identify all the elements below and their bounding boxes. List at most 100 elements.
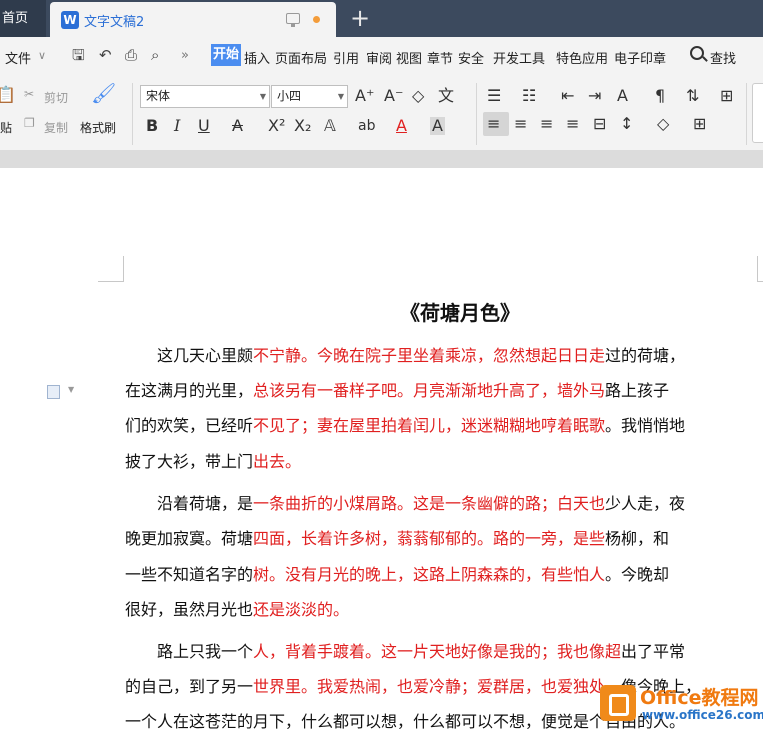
document-line[interactable]: 一些不知道名字的树。没有月光的晚上，这路上阴森森的，有些怕人。今晚却 — [125, 565, 669, 585]
sort-icon[interactable]: ⇅ — [686, 87, 699, 105]
tab-document-title: 文字文稿2 — [84, 15, 145, 30]
subscript-icon[interactable]: X₂ — [294, 117, 311, 135]
document-line[interactable]: 这几天心里颇不宁静。今晚在院子里坐着乘凉，忽然想起日日走过的荷塘， — [125, 346, 685, 366]
menu-e-seal[interactable]: 电子印章 — [614, 48, 666, 67]
justify-icon[interactable]: ≡ — [566, 115, 579, 133]
undo-icon[interactable]: ↶ — [99, 47, 112, 64]
font-name-value: 宋体 — [146, 89, 171, 103]
cut-button[interactable]: 剪切 — [44, 89, 68, 106]
char-shading-icon[interactable]: A — [430, 117, 445, 135]
shrink-font-icon[interactable]: A⁻ — [384, 87, 403, 105]
menu-insert[interactable]: 插入 — [244, 48, 270, 67]
table-border-icon[interactable]: ⊞ — [720, 87, 733, 105]
document-page: ▼ 《荷塘月色》 这几天心里颇不宁静。今晚在院子里坐着乘凉，忽然想起日日走过的荷… — [0, 168, 763, 731]
show-marks-icon[interactable]: ¶ — [655, 87, 665, 105]
chinese-layout-icon[interactable]: A — [617, 87, 628, 105]
print-icon[interactable]: ⎙ — [125, 47, 137, 64]
menu-file[interactable]: 文件 — [5, 48, 31, 67]
monitor-icon[interactable] — [286, 13, 300, 27]
menu-developer[interactable]: 开发工具 — [493, 48, 545, 67]
menu-start[interactable]: 开始 — [211, 44, 242, 66]
italic-icon[interactable]: I — [174, 117, 180, 135]
document-line[interactable]: 们的欢笑，已经听不见了；妻在屋里拍着闰儿，迷迷糊糊地哼着眠歌。我悄悄地 — [125, 416, 685, 436]
save-icon[interactable]: 🖫 — [72, 47, 85, 64]
text-segment: 在这满月的光里， — [125, 381, 254, 400]
page-gap — [0, 151, 763, 168]
text-segment: 们的欢笑，已经听 — [125, 416, 254, 435]
font-size-select[interactable]: 小四 ▼ — [271, 85, 348, 108]
align-left-icon[interactable]: ≡ — [487, 115, 500, 133]
text-segment: 路上只我一个 — [125, 642, 254, 661]
print-preview-icon[interactable]: ⌕ — [151, 47, 159, 64]
document-title[interactable]: 《荷塘月色》 — [400, 297, 520, 326]
margin-corner-mark — [98, 256, 124, 282]
paste-label[interactable]: 贴 — [0, 119, 12, 136]
scissors-icon[interactable]: ✂ — [24, 87, 34, 101]
menu-chapter[interactable]: 章节 — [427, 48, 453, 67]
bold-icon[interactable]: B — [146, 117, 158, 135]
pinyin-icon[interactable]: 文 — [438, 87, 454, 105]
text-segment: 一些不知道名字的 — [125, 565, 254, 584]
align-right-icon[interactable]: ≡ — [540, 115, 553, 133]
numbered-list-icon[interactable]: ☷ — [522, 87, 536, 105]
align-center-icon[interactable]: ≡ — [514, 115, 527, 133]
shading-icon[interactable]: ◇ — [657, 115, 669, 133]
document-line[interactable]: 在这满月的光里，总该另有一番样子吧。月亮渐渐地升高了，墙外马路上孩子 — [125, 381, 669, 401]
menu-references[interactable]: 引用 — [333, 48, 359, 67]
document-line[interactable]: 披了大衫，带上门出去。 — [125, 452, 301, 472]
watermark: Office教程网 www.office26.com — [598, 683, 763, 731]
menu-bar: 文件 ∨ 🖫 ↶ ⎙ ⌕ » 开始 插入 页面布局 引用 审阅 视图 章节 安全… — [0, 37, 763, 75]
format-painter-icon[interactable]: 🖌 — [91, 83, 116, 103]
decrease-indent-icon[interactable]: ⇤ — [561, 87, 574, 105]
line-spacing-icon[interactable]: ↕ — [620, 115, 633, 133]
text-segment: 。今晚却 — [605, 565, 670, 584]
format-painter-button[interactable]: 格式刷 — [80, 119, 116, 136]
bullet-list-icon[interactable]: ☰ — [487, 87, 501, 105]
grow-font-icon[interactable]: A⁺ — [355, 87, 374, 105]
ribbon-divider — [746, 83, 747, 145]
more-menus-icon[interactable]: » — [181, 48, 189, 63]
menu-view[interactable]: 视图 — [396, 48, 422, 67]
office-logo-icon — [600, 685, 636, 721]
menu-search[interactable]: 查找 — [710, 48, 736, 67]
red-text-segment: 人，背着手踱着。这一片天地好像是我的；我也像超 — [253, 642, 622, 661]
red-text-segment: 出去。 — [253, 452, 302, 471]
borders-icon[interactable]: ⊞ — [693, 115, 706, 133]
document-line[interactable]: 很好，虽然月光也还是淡淡的。 — [125, 600, 349, 620]
search-icon[interactable] — [690, 46, 704, 60]
menu-page-layout[interactable]: 页面布局 — [275, 48, 327, 67]
clear-format-icon[interactable]: ◇ — [412, 87, 424, 105]
unsaved-dot-icon — [313, 16, 320, 23]
document-line[interactable]: 沿着荷塘，是一条曲折的小煤屑路。这是一条幽僻的路；白天也少人走，夜 — [125, 494, 685, 514]
styles-gallery[interactable] — [752, 83, 763, 143]
chevron-down-icon[interactable]: ∨ — [38, 49, 46, 62]
tab-home[interactable]: 首页 — [0, 0, 46, 37]
text-segment: 晚更加寂寞。荷塘 — [125, 529, 254, 548]
highlight-icon[interactable]: ab — [358, 117, 375, 135]
strikethrough-icon[interactable]: A — [232, 117, 243, 135]
distribute-icon[interactable]: ⊟ — [593, 115, 606, 133]
copy-icon[interactable]: ❐ — [24, 116, 35, 130]
text-segment: 少人走，夜 — [605, 494, 686, 513]
superscript-icon[interactable]: X² — [268, 117, 285, 135]
font-color-icon[interactable]: A — [396, 117, 407, 135]
new-tab-button[interactable]: + — [350, 3, 370, 33]
copy-button[interactable]: 复制 — [44, 119, 68, 136]
watermark-name: Office教程网 — [640, 687, 759, 709]
underline-icon[interactable]: U — [198, 117, 210, 135]
paragraph-layout-icon[interactable] — [47, 385, 60, 399]
font-name-select[interactable]: 宋体 ▼ — [140, 85, 270, 108]
menu-review[interactable]: 审阅 — [366, 48, 392, 67]
chevron-down-icon[interactable]: ▼ — [68, 385, 74, 394]
menu-security[interactable]: 安全 — [458, 48, 484, 67]
document-line[interactable]: 晚更加寂寞。荷塘四面，长着许多树，蓊蓊郁郁的。路的一旁，是些杨柳，和 — [125, 529, 669, 549]
text-segment: 沿着荷塘，是 — [125, 494, 254, 513]
menu-special[interactable]: 特色应用 — [556, 48, 608, 67]
document-line[interactable]: 路上只我一个人，背着手踱着。这一片天地好像是我的；我也像超出了平常 — [125, 642, 685, 662]
chevron-down-icon: ▼ — [259, 92, 266, 101]
paste-icon[interactable]: 📋 — [0, 86, 16, 104]
text-effect-icon[interactable]: 𝔸 — [324, 117, 336, 135]
increase-indent-icon[interactable]: ⇥ — [588, 87, 601, 105]
tab-document[interactable]: W 文字文稿2 — [50, 2, 336, 37]
red-text-segment: 世界里。我爱热闹，也爱冷静；爱群居，也爱独处 — [253, 677, 606, 696]
